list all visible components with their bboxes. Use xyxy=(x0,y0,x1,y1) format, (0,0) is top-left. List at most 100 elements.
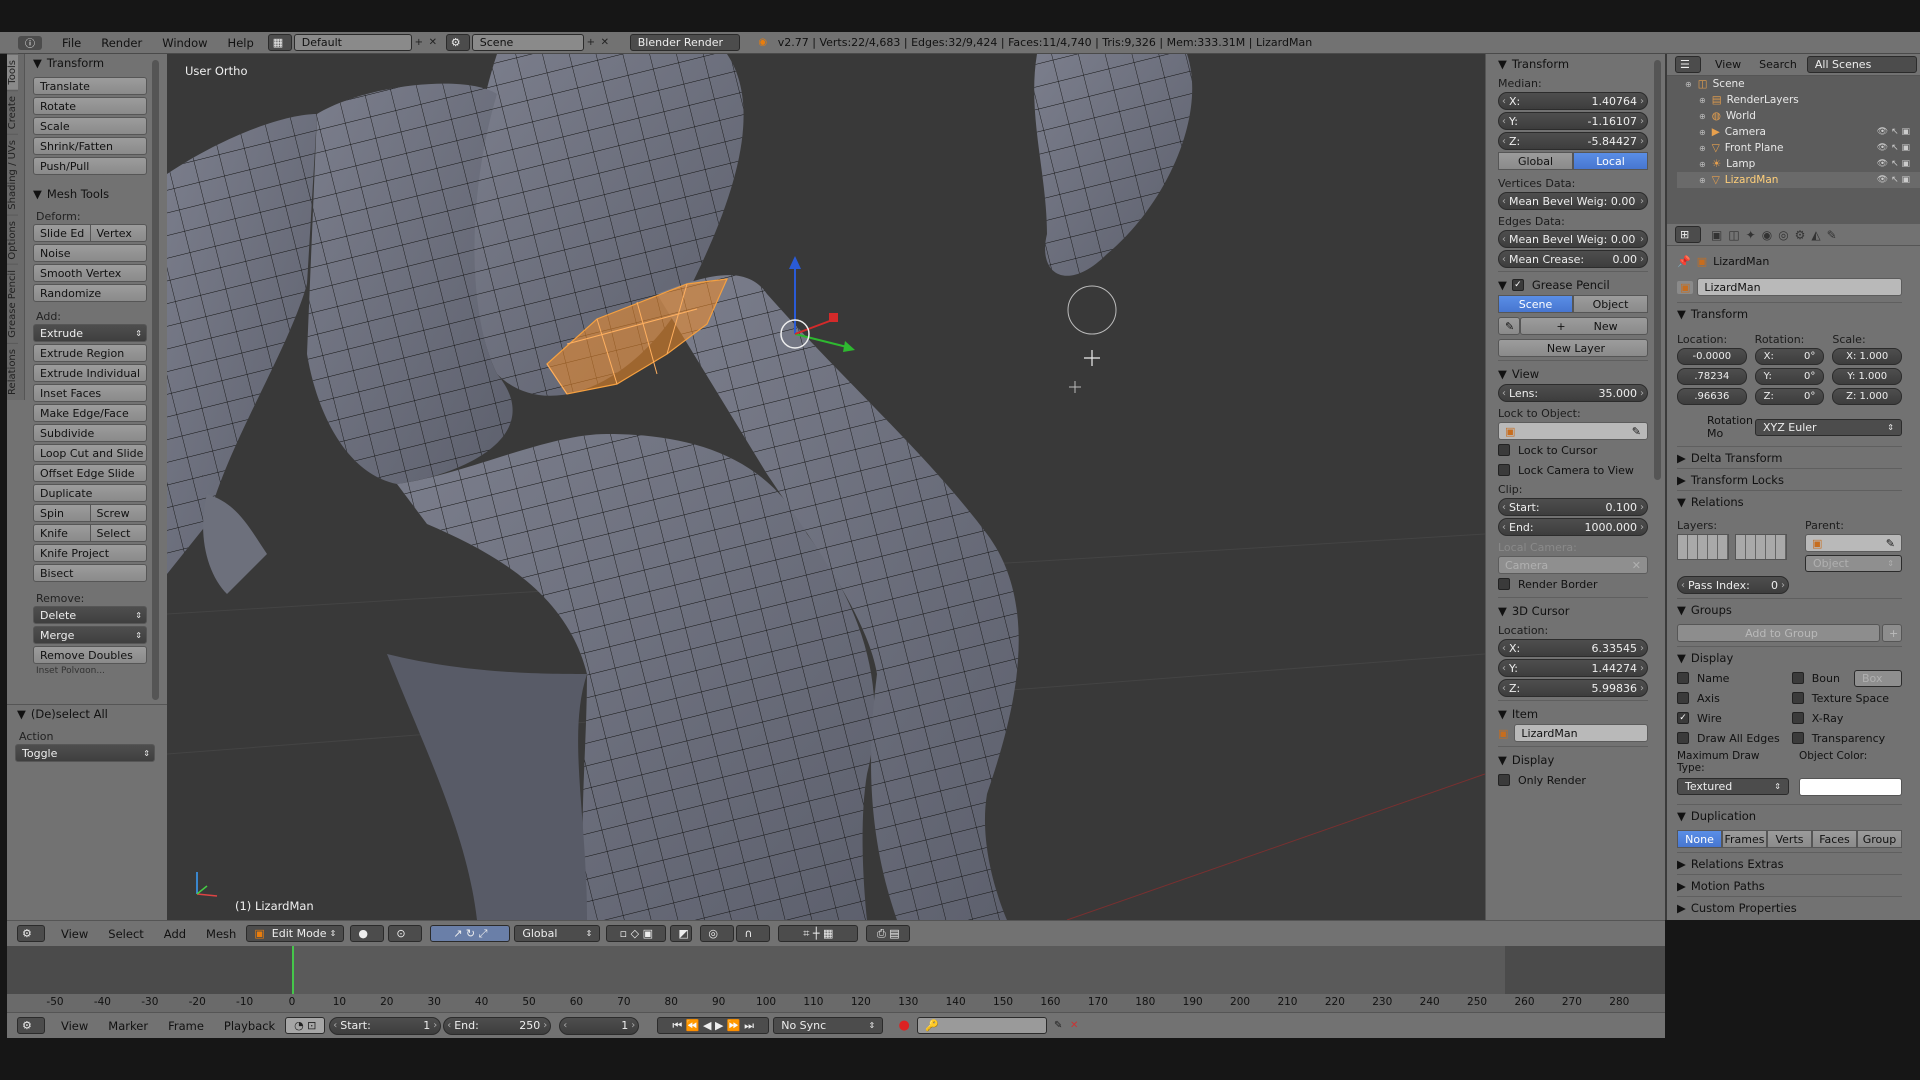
noise-button[interactable]: Noise xyxy=(33,244,147,262)
mean-bevel-edge-field[interactable]: Mean Bevel Weig: 0.00 xyxy=(1498,230,1648,248)
location-2-field[interactable]: .96636 xyxy=(1677,388,1747,405)
snap-icons[interactable]: ⌗ ┼ ▦ xyxy=(778,925,859,942)
groups-header[interactable]: ▼ Groups xyxy=(1677,598,1902,620)
transform-locks-header[interactable]: ▶ Transform Locks xyxy=(1677,468,1902,490)
outliner-item-scene[interactable]: ⊕ ◫ Scene xyxy=(1677,76,1920,92)
preview-range-icons[interactable]: ◔ ⊡ xyxy=(285,1017,326,1034)
transform-header[interactable]: ▼ Transform xyxy=(1498,54,1648,74)
mesh-tools-panel-header[interactable]: ▼ Mesh Tools xyxy=(33,185,147,202)
outliner-item-renderlayers[interactable]: ⊕ ▤ RenderLayers xyxy=(1677,92,1920,108)
randomize-button[interactable]: Randomize xyxy=(33,284,147,302)
knife-button[interactable]: Knife xyxy=(33,524,91,542)
expand-icon[interactable]: ⊕ xyxy=(1699,96,1706,105)
layers-grid-a[interactable] xyxy=(1677,534,1729,560)
lens-field[interactable]: Lens:35.000 xyxy=(1498,384,1648,402)
outliner-search-menu[interactable]: Search xyxy=(1759,58,1797,71)
dup-faces-button[interactable]: Faces xyxy=(1812,830,1857,848)
tab-grease-pencil[interactable]: Grease Pencil xyxy=(7,264,18,343)
add-group-icon[interactable]: + xyxy=(1882,624,1902,642)
local-button[interactable]: Local xyxy=(1573,152,1648,170)
subdivide-button[interactable]: Subdivide xyxy=(33,424,147,442)
new-layer-button[interactable]: New Layer xyxy=(1498,339,1648,357)
rotation-0-field[interactable]: X: 0° xyxy=(1754,348,1825,365)
manipulator-icons[interactable]: ↗ ↻ ⤢ xyxy=(430,925,511,942)
make-edge-face-button[interactable]: Make Edge/Face xyxy=(33,404,147,422)
view-header[interactable]: ▼ View xyxy=(1498,364,1648,384)
operator-panel-header[interactable]: ▼ (De)select All xyxy=(7,705,167,722)
mode-select[interactable]: ▣ Edit Mode ⇕ xyxy=(246,925,345,942)
knife-project-button[interactable]: Knife Project xyxy=(33,544,147,562)
grease-pencil-checkbox[interactable]: ✓ xyxy=(1511,279,1524,291)
only-render-toggle[interactable]: Only Render xyxy=(1498,770,1648,790)
offset-edge-slide-button[interactable]: Offset Edge Slide xyxy=(33,464,147,482)
bounds-toggle[interactable]: Boun Box xyxy=(1791,668,1902,688)
relations-header[interactable]: ▼ Relations xyxy=(1677,490,1902,512)
lock-object-field[interactable]: ▣ ✎ xyxy=(1498,422,1648,440)
object-color-swatch[interactable] xyxy=(1799,778,1902,796)
eyedropper-icon[interactable]: ✎ xyxy=(1632,425,1641,438)
pin-icon[interactable]: 📌 xyxy=(1677,255,1691,268)
pass-index-field[interactable]: Pass Index:0 xyxy=(1677,576,1789,594)
start-frame-field[interactable]: Start:1 xyxy=(329,1016,442,1035)
current-frame-line[interactable] xyxy=(292,946,294,994)
rotation-2-field[interactable]: Z: 0° xyxy=(1754,388,1825,405)
view3d-menu-view[interactable]: View xyxy=(51,927,98,941)
proportional-edit-icon[interactable]: ◎ xyxy=(700,925,735,942)
timeline-menu-view[interactable]: View xyxy=(51,1019,98,1033)
scale-2-field[interactable]: Z: 1.000 xyxy=(1832,388,1903,405)
action-select[interactable]: Toggle ⇕ xyxy=(15,744,155,762)
smooth-vertex-button[interactable]: Smooth Vertex xyxy=(33,264,147,282)
wire-toggle[interactable]: ✓ Wire xyxy=(1677,708,1792,728)
scene-button[interactable]: Scene xyxy=(1498,295,1573,313)
end-frame-field[interactable]: End:250 xyxy=(443,1016,552,1035)
delete-keyframe-icon[interactable]: ✕ xyxy=(1067,1019,1081,1033)
expand-icon[interactable]: ⊕ xyxy=(1685,80,1692,89)
insert-keyframe-icon[interactable]: ✎ xyxy=(1051,1019,1065,1033)
timeline-menu-playback[interactable]: Playback xyxy=(214,1019,285,1033)
mean-crease-field[interactable]: Mean Crease:0.00 xyxy=(1498,250,1648,268)
render-icons[interactable]: ⎙ ▤ xyxy=(866,925,911,942)
global-button[interactable]: Global xyxy=(1498,152,1573,170)
knife-select-button[interactable]: Select xyxy=(90,524,147,542)
transparency-toggle[interactable]: Transparency xyxy=(1791,728,1902,748)
custom-properties-header[interactable]: ▶ Custom Properties xyxy=(1677,896,1902,918)
context-tabs-icon[interactable]: ▣◫✦◉◎⚙◭✎ xyxy=(1711,228,1843,242)
loop-cut-and-slide-button[interactable]: Loop Cut and Slide xyxy=(33,444,147,462)
mean-bevel-vertex-field[interactable]: Mean Bevel Weig: 0.00 xyxy=(1498,192,1648,210)
orientation-select[interactable]: Global ⇕ xyxy=(514,925,601,942)
remove-doubles-button[interactable]: Remove Doubles xyxy=(33,646,147,664)
name-toggle[interactable]: Name xyxy=(1677,668,1792,688)
occlude-icon[interactable]: ◩ xyxy=(670,925,693,942)
relations-extras-header[interactable]: ▶ Relations Extras xyxy=(1677,852,1902,874)
sync-select[interactable]: No Sync ⇕ xyxy=(773,1017,884,1034)
outliner-item-camera[interactable]: ⊕ ▶ Camera 👁 ↖ ▣ xyxy=(1677,124,1920,140)
screen-layout-icon[interactable]: ▦ xyxy=(267,34,292,51)
outliner-item-lamp[interactable]: ⊕ ☀ Lamp 👁 ↖ ▣ xyxy=(1677,156,1920,172)
playback-controls-icons[interactable]: ⏮ ⏪ ◀ ▶ ⏩ ⏭ xyxy=(657,1017,770,1034)
item-name-field[interactable]: LizardMan xyxy=(1514,724,1648,742)
tool-scrollbar[interactable] xyxy=(152,60,159,700)
median-x-field[interactable]: X: 1.40764 xyxy=(1498,92,1648,110)
outliner-editor-icon[interactable]: ☰ xyxy=(1675,56,1701,73)
menu-file[interactable]: File xyxy=(52,36,91,50)
visibility-icons[interactable]: 👁 ↖ ▣ xyxy=(1877,127,1910,137)
scale-0-field[interactable]: X: 1.000 xyxy=(1832,348,1903,365)
timeline-menu-marker[interactable]: Marker xyxy=(98,1019,158,1033)
bisect-button[interactable]: Bisect xyxy=(33,564,147,582)
extrude-individual-button[interactable]: Extrude Individual xyxy=(33,364,147,382)
shrink-fatten-button[interactable]: Shrink/Fatten xyxy=(33,137,147,155)
rotation-mode-select[interactable]: XYZ Euler ⇕ xyxy=(1755,418,1902,436)
lock-camera-toggle[interactable]: Lock Camera to View xyxy=(1498,460,1648,480)
extrude-menu[interactable]: Extrude ⇕ xyxy=(33,324,147,342)
keying-set-field[interactable]: 🔑 xyxy=(917,1017,1048,1034)
add-to-group-button[interactable]: Add to Group xyxy=(1677,624,1880,642)
median-y-field[interactable]: Y: -1.16107 xyxy=(1498,112,1648,130)
visibility-icons[interactable]: 👁 ↖ ▣ xyxy=(1877,175,1910,185)
rotate-button[interactable]: Rotate xyxy=(33,97,147,115)
tab-options[interactable]: Options xyxy=(7,214,18,265)
view3d-menu-mesh[interactable]: Mesh xyxy=(196,927,246,941)
info-editor-icon[interactable]: ⓘ xyxy=(18,35,42,50)
menu-window[interactable]: Window xyxy=(152,36,217,50)
clip-end-field[interactable]: End:1000.000 xyxy=(1498,518,1648,536)
merge-menu[interactable]: Merge ⇕ xyxy=(33,626,147,644)
